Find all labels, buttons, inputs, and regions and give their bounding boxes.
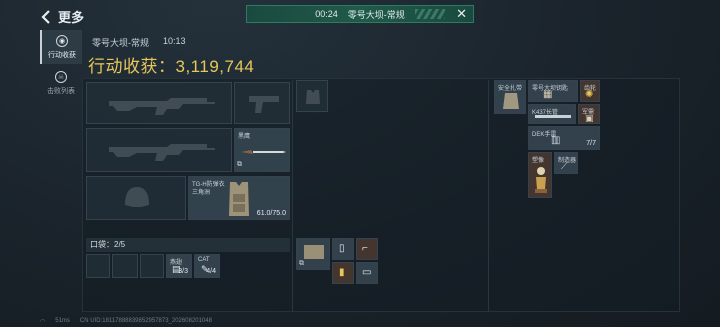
nav-item-label: 击败列表 <box>47 87 75 95</box>
rig-item[interactable]: ⌐ <box>356 238 378 260</box>
helmet-slot[interactable] <box>86 176 186 220</box>
syringe-icon: ⟋ <box>561 161 568 171</box>
pocket-slot-item[interactable]: CAT ✎ 4/4 <box>194 254 220 278</box>
harvest-label: 行动收获： <box>88 57 176 76</box>
statue-icon <box>535 167 547 193</box>
harvest-total: 行动收获：3,119,744 <box>88 52 254 77</box>
pocket-count: 2/5 <box>114 240 126 249</box>
item-label: CAT <box>198 257 210 263</box>
skull-icon: ☠ <box>55 70 67 83</box>
link-icon: ⧉ <box>237 161 242 168</box>
melee-slot[interactable]: 黑鹰 ⧉ <box>234 128 290 172</box>
rig-item[interactable]: ▭ <box>356 262 378 284</box>
armor-slot[interactable]: TG-H防弹衣 三角洲 61.0/75.0 <box>188 176 290 220</box>
helmet-icon <box>125 187 149 207</box>
backpack-item[interactable]: 制造器 ⟋ <box>554 152 578 174</box>
footer-status: ◠ 51ms CN UID:18117888839852957873_20260… <box>40 318 212 325</box>
primary-weapon-slot[interactable] <box>86 82 232 124</box>
ammo-icon: ▮ <box>339 267 345 278</box>
gear-icon: ✺ <box>585 89 594 100</box>
uid: CN UID:18117888839852957873_202608201048 <box>79 318 212 324</box>
rig-icon <box>304 245 324 259</box>
back-button[interactable]: 更多 <box>40 7 84 26</box>
harvest-value: 3,119,744 <box>175 57 255 76</box>
device-icon: ▯ <box>339 243 345 254</box>
backpack-item[interactable]: DEK手雷 ▥ 7/7 <box>528 126 600 150</box>
back-label: 更多 <box>58 10 85 25</box>
item-count: 3/3 <box>178 268 188 275</box>
backpack-item[interactable]: 塑像 <box>528 152 552 198</box>
item-count: 7/7 <box>586 140 596 147</box>
target-icon: ◉ <box>56 34 68 47</box>
pocket-slot-item[interactable]: 燕翅 ▤ 3/3 <box>166 254 192 278</box>
chevron-left-icon <box>41 9 50 24</box>
pocket-slot-empty[interactable] <box>112 254 138 278</box>
nav-item-label: 行动收获 <box>48 51 76 59</box>
side-nav: ◉ 行动收获 ☠ 击败列表 <box>40 30 82 102</box>
nav-item-harvest[interactable]: ◉ 行动收获 <box>40 30 82 64</box>
vest-icon <box>306 90 320 104</box>
armor-sub-label: 三角洲 <box>192 190 211 196</box>
backpack-item[interactable]: 军需 ▣ <box>578 104 600 124</box>
armor-vest-icon <box>229 182 249 216</box>
timer-time: 00:24 <box>315 9 338 19</box>
backpack-slot[interactable]: 安全扎带 <box>494 80 526 114</box>
timer-map: 零号大坝-常规 <box>347 9 405 20</box>
stripe-decoration <box>415 9 445 19</box>
match-timer-bar: 00:24 零号大坝-常规 ✕ <box>246 5 474 23</box>
pocket-slot-empty[interactable] <box>86 254 110 278</box>
rig-item[interactable]: ▯ <box>332 238 354 260</box>
armor-durability: 61.0/75.0 <box>256 210 286 217</box>
ping: 51ms <box>55 318 70 324</box>
rifle-icon <box>109 144 215 161</box>
session-clock: 10:13 <box>163 36 186 46</box>
pocket-slot-empty[interactable] <box>140 254 164 278</box>
backpack-item[interactable]: 齿轮 ✺ <box>580 80 600 102</box>
backpack-item[interactable]: 零号大坝钥匙 ▦ <box>528 80 578 102</box>
secondary-weapon-slot[interactable] <box>86 128 232 172</box>
grenade-icon: ▥ <box>551 135 561 146</box>
pistol-small-icon: ⌐ <box>362 243 368 254</box>
rig-item[interactable]: ▮ <box>332 262 354 284</box>
backpack-item[interactable]: K437长管 <box>528 104 576 124</box>
backpack-icon <box>503 93 519 109</box>
session-info: 零号大坝-常规 10:13 <box>92 36 186 49</box>
equipment-slot-top[interactable] <box>296 80 328 112</box>
melee-label: 黑鹰 <box>238 134 251 140</box>
wifi-icon: ◠ <box>40 319 46 325</box>
item-count: 4/4 <box>206 268 216 275</box>
pistol-icon <box>249 96 279 113</box>
link-icon: ⧉ <box>299 260 304 267</box>
pocket-header: 口袋：2/5 <box>86 238 290 252</box>
item-label: 塑像 <box>532 158 545 164</box>
rig-slot[interactable]: ⧉ <box>296 238 330 270</box>
barrel-icon <box>535 115 571 118</box>
knife-icon <box>241 150 286 154</box>
map-icon: ▦ <box>543 89 553 100</box>
close-icon[interactable]: ✕ <box>456 7 467 21</box>
pistol-slot[interactable] <box>234 82 290 124</box>
pocket-label: 口袋： <box>90 240 114 249</box>
crate-icon: ▣ <box>585 113 594 123</box>
nav-item-kills[interactable]: ☠ 击败列表 <box>40 66 82 100</box>
session-map: 零号大坝-常规 <box>92 38 149 48</box>
card-icon: ▭ <box>362 267 372 278</box>
rifle-icon <box>109 98 215 115</box>
